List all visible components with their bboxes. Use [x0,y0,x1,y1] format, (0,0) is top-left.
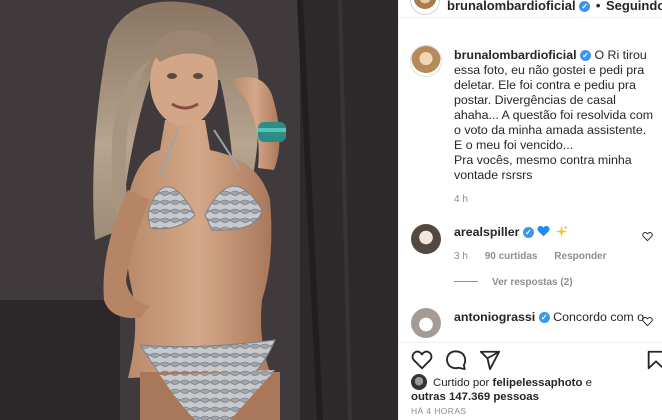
verified-badge-icon: ✓ [522,227,534,238]
heart-icon[interactable] [411,349,433,371]
verified-badge-icon: ✓ [579,1,591,12]
author-avatar[interactable] [411,0,439,14]
reply-button[interactable]: Responder [554,251,606,262]
post-header-text: brunalombardioficial ✓ • Seguindo [447,0,662,13]
post-header: brunalombardioficial ✓ • Seguindo [399,0,662,18]
comment-icon[interactable] [445,349,467,371]
comment-likes-count[interactable]: 90 curtidas [485,251,538,262]
caption-text-tail: Pra vocês, mesmo contra minha vontade rs… [454,153,632,182]
replies-divider [454,281,478,282]
view-replies-label: Ver respostas (2) [492,277,573,288]
comment-meta: 3 h 90 curtidas Responder [454,251,621,262]
view-replies-button[interactable]: Ver respostas (2) [454,277,573,288]
share-icon[interactable] [479,349,501,371]
post-photo-illustration [0,0,398,420]
sparkle-icon [555,225,568,238]
comment-avatar[interactable] [411,308,441,338]
likes-others-button[interactable]: outras 147.369 pessoas [411,391,539,403]
post-actions: Curtido por felipelessaphoto e outras 14… [399,342,662,420]
comment-author-username[interactable]: arealspiller [454,225,519,239]
like-comment-heart-icon[interactable] [642,231,653,242]
post-photo[interactable] [0,0,398,420]
caption-author-username[interactable]: brunalombardioficial [454,48,577,62]
comment-row: arealspiller ✓ [454,225,568,240]
verified-badge-icon: ✓ [580,50,591,61]
likes-summary: Curtido por felipelessaphoto e outras 14… [411,374,661,404]
blue-heart-icon [537,225,550,237]
post-side-panel: brunalombardioficial ✓ • Seguindo brunal… [398,0,662,420]
header-separator: • [595,0,601,13]
caption-timestamp[interactable]: 4 h [454,194,468,205]
likes-conjunction: e [585,377,592,389]
comments-section[interactable]: brunalombardioficial ✓ O Ri tirou essa f… [399,18,662,342]
caption-author-avatar[interactable] [411,46,441,76]
post-timestamp[interactable]: HÁ 4 HORAS [411,406,467,416]
likes-prefix: Curtido por [433,377,490,389]
like-comment-heart-icon[interactable] [642,316,653,327]
liker-avatar[interactable] [411,374,427,390]
verified-badge-icon: ✓ [538,312,550,323]
comment-time[interactable]: 3 h [454,251,468,262]
comment-avatar[interactable] [411,224,441,254]
save-icon[interactable] [645,349,662,371]
author-username[interactable]: brunalombardioficial [447,0,576,13]
following-button[interactable]: Seguindo [606,0,662,13]
liker-username[interactable]: felipelessaphoto [493,377,583,389]
comment-author-username[interactable]: antoniograssi [454,310,535,324]
comment-text: Concordo com o [553,310,645,324]
caption-text: O Ri tirou essa foto, eu não gostei e pe… [454,48,654,152]
comment-row: antoniograssi ✓ Concordo com o [454,310,644,325]
caption: brunalombardioficial ✓ O Ri tirou essa f… [454,48,654,183]
